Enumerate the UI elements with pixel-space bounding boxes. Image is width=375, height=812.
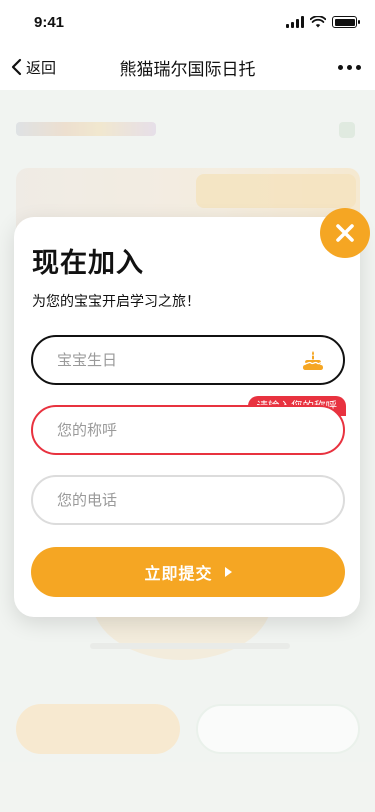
join-modal: 现在加入 为您的宝宝开启学习之旅！ 请输入您的称呼 立即提交	[14, 217, 360, 617]
caret-right-icon	[224, 567, 232, 577]
phone-input[interactable]	[57, 491, 319, 509]
submit-label: 立即提交	[144, 564, 213, 583]
signal-icon	[286, 16, 304, 28]
wifi-icon	[310, 16, 326, 28]
nav-bar: 返回 熊猫瑞尔国际日托	[0, 44, 375, 90]
close-icon	[336, 224, 354, 242]
chevron-left-icon	[11, 58, 22, 76]
submit-button[interactable]: 立即提交	[31, 547, 345, 597]
status-time: 9:41	[34, 13, 65, 31]
status-icons	[286, 16, 360, 28]
birthday-field[interactable]	[31, 335, 345, 385]
page-title: 熊猫瑞尔国际日托	[119, 59, 256, 80]
back-button[interactable]: 返回	[10, 44, 56, 90]
status-bar: 9:41	[0, 0, 375, 44]
modal-title: 现在加入	[32, 248, 144, 279]
battery-icon	[332, 16, 360, 28]
phone-field[interactable]	[31, 475, 345, 525]
modal-subtitle: 为您的宝宝开启学习之旅！	[32, 294, 200, 310]
birthday-input[interactable]	[57, 351, 319, 369]
back-label: 返回	[26, 58, 57, 77]
close-button[interactable]	[320, 208, 370, 258]
name-input[interactable]	[57, 421, 319, 439]
more-dots-icon[interactable]	[338, 44, 361, 90]
cake-icon[interactable]	[301, 349, 325, 373]
name-field[interactable]	[31, 405, 345, 455]
